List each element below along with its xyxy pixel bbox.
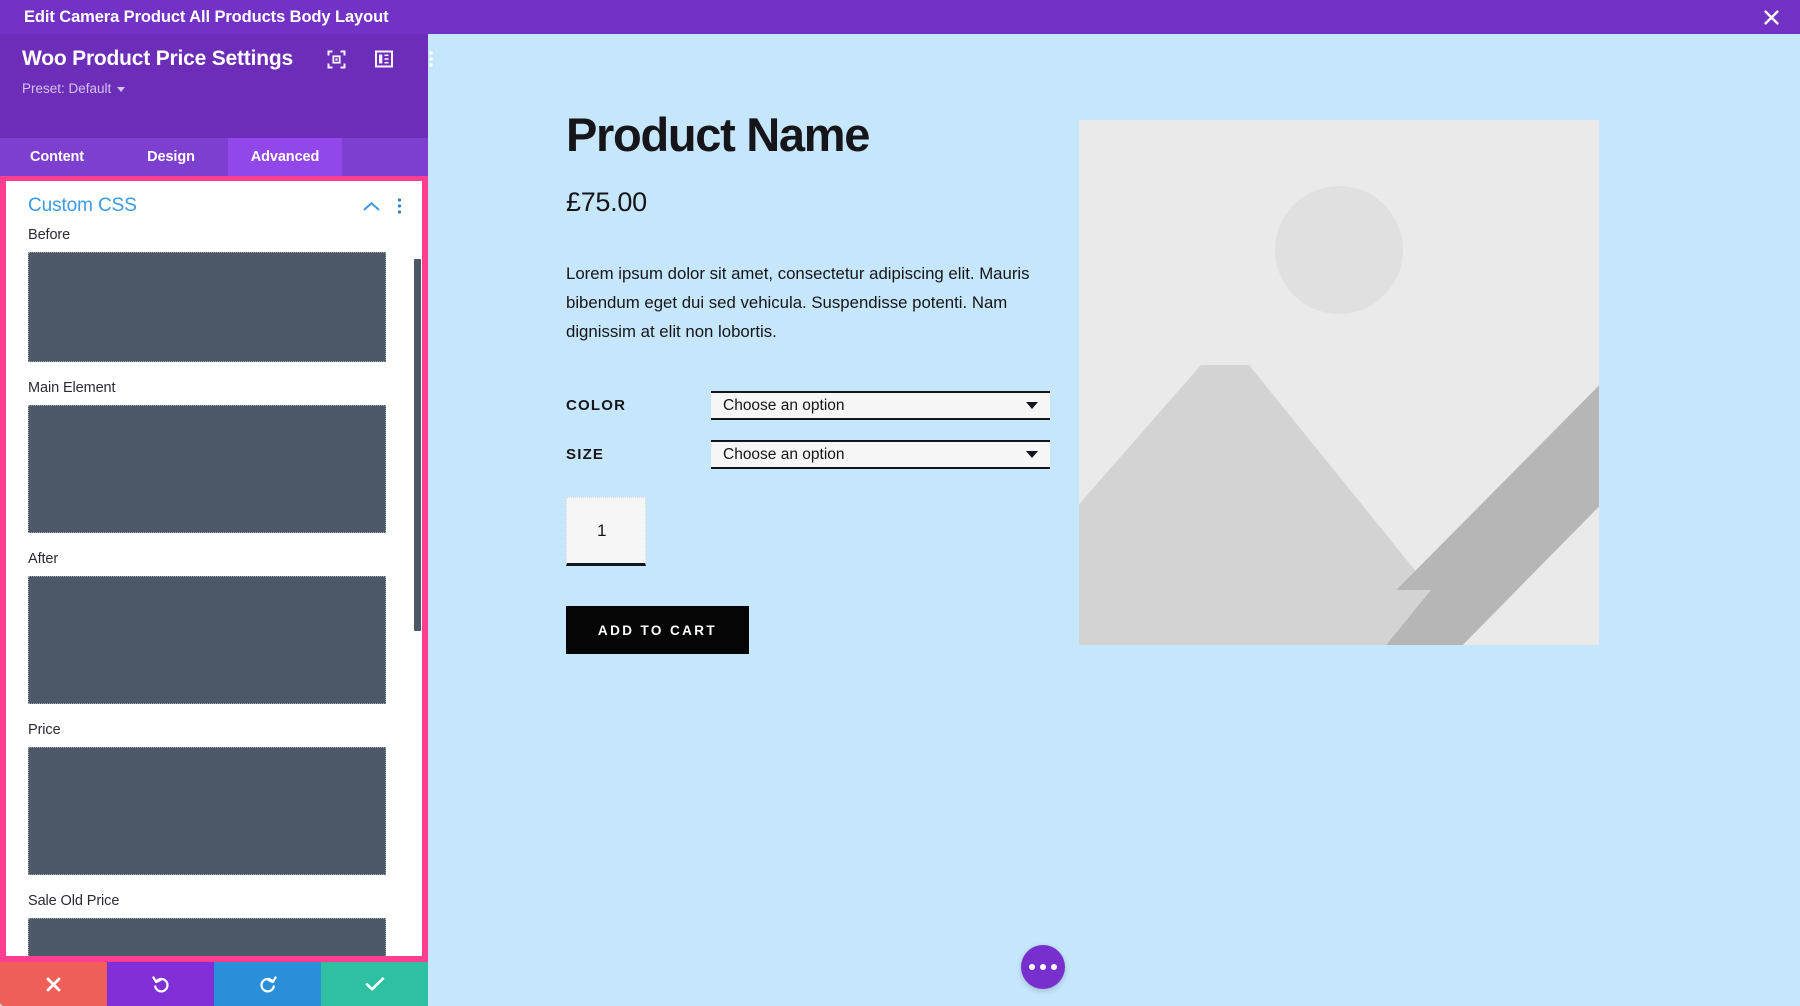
textarea-main-element[interactable]: [28, 405, 386, 533]
undo-button[interactable]: [107, 962, 214, 1006]
tab-advanced[interactable]: Advanced: [228, 138, 342, 176]
section-title: Custom CSS: [28, 195, 137, 216]
panel-layout-icon: [374, 50, 393, 68]
panel-header: Woo Product Price Settings Preset: Defau…: [0, 34, 433, 138]
tab-content[interactable]: Content: [0, 138, 114, 176]
product-price: £75.00: [566, 187, 647, 218]
settings-body: Custom CSS Before Main Element After Pri…: [6, 181, 422, 956]
product-description: Lorem ipsum dolor sit amet, consectetur …: [566, 264, 1030, 342]
textarea-sale-old-price[interactable]: [28, 918, 386, 956]
custom-css-section-header[interactable]: Custom CSS: [6, 181, 422, 227]
chevron-down-icon: [1026, 451, 1038, 459]
close-builder-button[interactable]: [1742, 0, 1800, 34]
ellipsis-icon: [1029, 964, 1035, 970]
panel-title: Woo Product Price Settings: [22, 47, 293, 70]
chevron-down-icon: [117, 87, 126, 92]
ellipsis-icon: [1051, 964, 1057, 970]
field-label-after: After: [28, 551, 59, 567]
field-sale-old-price: Sale Old Price: [28, 893, 400, 956]
field-label-before: Before: [28, 227, 71, 243]
variation-value-color: Choose an option: [723, 396, 845, 414]
builder-screen: Edit Camera Product All Products Body La…: [0, 0, 1800, 1006]
variation-label-color: COLOR: [566, 397, 627, 415]
variation-value-size: Choose an option: [723, 445, 845, 463]
layout-title: Edit Camera Product All Products Body La…: [24, 7, 389, 26]
page-preview: Product Name £75.00 Lorem ipsum dolor si…: [428, 34, 1800, 1006]
custom-css-fields: Before Main Element After Price Sale Old…: [6, 227, 422, 956]
textarea-price[interactable]: [28, 747, 386, 875]
module-settings-panel: Woo Product Price Settings Preset: Defau…: [0, 34, 433, 962]
floating-options-button[interactable]: [1021, 945, 1065, 989]
add-to-cart-button[interactable]: ADD TO CART: [566, 606, 749, 655]
cancel-button[interactable]: [0, 962, 107, 1006]
scrollbar-thumb[interactable]: [414, 259, 421, 631]
close-icon: [1763, 9, 1779, 25]
product-title: Product Name: [566, 108, 870, 161]
redo-button[interactable]: [214, 962, 321, 1006]
textarea-before[interactable]: [28, 252, 386, 362]
check-icon: [365, 977, 384, 991]
field-label-price: Price: [28, 722, 61, 738]
undo-icon: [151, 976, 169, 993]
settings-action-bar: [0, 962, 428, 1006]
focus-target-button[interactable]: [327, 49, 347, 69]
vertical-dots-icon[interactable]: [397, 197, 402, 215]
quantity-input[interactable]: 1: [566, 497, 646, 567]
focus-target-icon: [327, 50, 346, 68]
panel-more-menu-button[interactable]: [421, 49, 441, 69]
field-label-main-element: Main Element: [28, 380, 116, 396]
preset-selector[interactable]: Preset: Default: [22, 81, 126, 96]
close-icon: [46, 977, 61, 991]
top-bar: Edit Camera Product All Products Body La…: [0, 0, 1800, 34]
section-actions: [363, 197, 402, 215]
field-price: Price: [28, 722, 400, 875]
textarea-after[interactable]: [28, 576, 386, 704]
variation-select-size[interactable]: Choose an option: [711, 440, 1050, 470]
settings-tabs: Content Design Advanced: [0, 138, 428, 176]
variation-select-color[interactable]: Choose an option: [711, 391, 1050, 421]
variation-row-size: SIZE Choose an option: [566, 440, 1066, 470]
chevron-down-icon: [1026, 402, 1038, 410]
variation-label-size: SIZE: [566, 446, 605, 464]
save-button[interactable]: [321, 962, 428, 1006]
field-after: After: [28, 551, 400, 704]
tab-design[interactable]: Design: [114, 138, 228, 176]
product-variations: COLOR Choose an option SIZE Choose an op…: [566, 391, 1066, 470]
vertical-dots-icon: [429, 51, 433, 67]
panel-header-actions: [327, 49, 441, 69]
field-before: Before: [28, 227, 400, 362]
panel-layout-button[interactable]: [374, 49, 394, 69]
image-placeholder-icon: [1079, 120, 1599, 645]
redo-icon: [259, 976, 277, 993]
product-image-placeholder: [1079, 120, 1599, 645]
variation-row-color: COLOR Choose an option: [566, 391, 1066, 421]
tabs-filler: [342, 138, 428, 176]
preset-label: Preset: Default: [22, 81, 112, 96]
product-summary: Product Name £75.00 Lorem ipsum dolor si…: [566, 108, 1066, 655]
settings-scrollbar[interactable]: [413, 181, 422, 956]
chevron-up-icon[interactable]: [363, 201, 380, 212]
custom-css-highlight-frame: Custom CSS Before Main Element After Pri…: [0, 176, 428, 962]
field-main-element: Main Element: [28, 380, 400, 533]
ellipsis-icon: [1040, 964, 1046, 970]
field-label-sale-old-price: Sale Old Price: [28, 893, 120, 909]
